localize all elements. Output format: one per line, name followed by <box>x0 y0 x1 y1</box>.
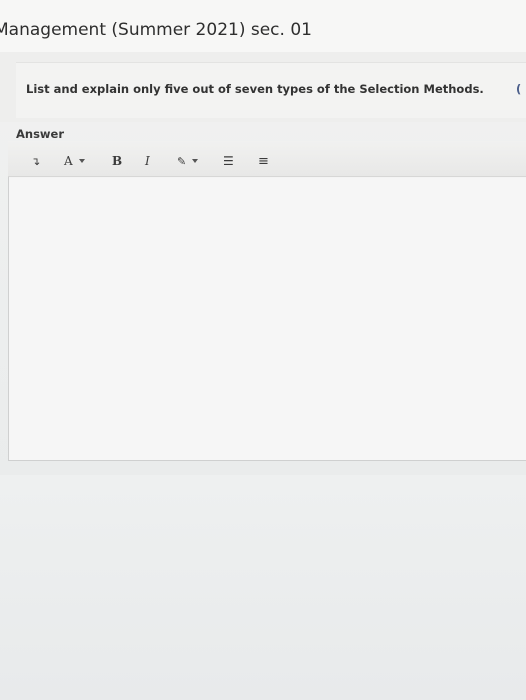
bullet-list-icon: ☰ <box>223 154 234 168</box>
font-color-button[interactable]: A <box>64 154 85 168</box>
paragraph-style-button[interactable]: ↴ <box>31 154 40 168</box>
italic-icon: I <box>145 154 150 168</box>
question-overflow-marker: ( <box>516 82 522 96</box>
numbered-list-button[interactable]: ≡ <box>258 153 269 169</box>
course-header: Management (Summer 2021) sec. 01 <box>0 0 526 52</box>
question-text: List and explain only five out of seven … <box>26 82 484 96</box>
bold-button[interactable]: B <box>112 154 122 168</box>
quiz-page: Management (Summer 2021) sec. 01 List an… <box>0 0 526 700</box>
answer-label: Answer <box>16 127 65 141</box>
answer-textarea[interactable] <box>9 178 526 460</box>
numbered-list-icon: ≡ <box>258 153 269 169</box>
page-lower-area <box>0 475 526 700</box>
paragraph-icon: ↴ <box>31 154 41 168</box>
brush-icon: ✎ <box>177 154 187 168</box>
chevron-down-icon <box>192 159 199 163</box>
course-title: Management (Summer 2021) sec. 01 <box>0 20 312 40</box>
chevron-down-icon <box>78 159 85 163</box>
highlight-button[interactable]: ✎ <box>177 154 199 168</box>
bullet-list-button[interactable]: ☰ <box>223 154 234 168</box>
italic-button[interactable]: I <box>145 154 150 168</box>
bold-icon: B <box>112 154 123 168</box>
font-color-icon: A <box>64 154 73 168</box>
